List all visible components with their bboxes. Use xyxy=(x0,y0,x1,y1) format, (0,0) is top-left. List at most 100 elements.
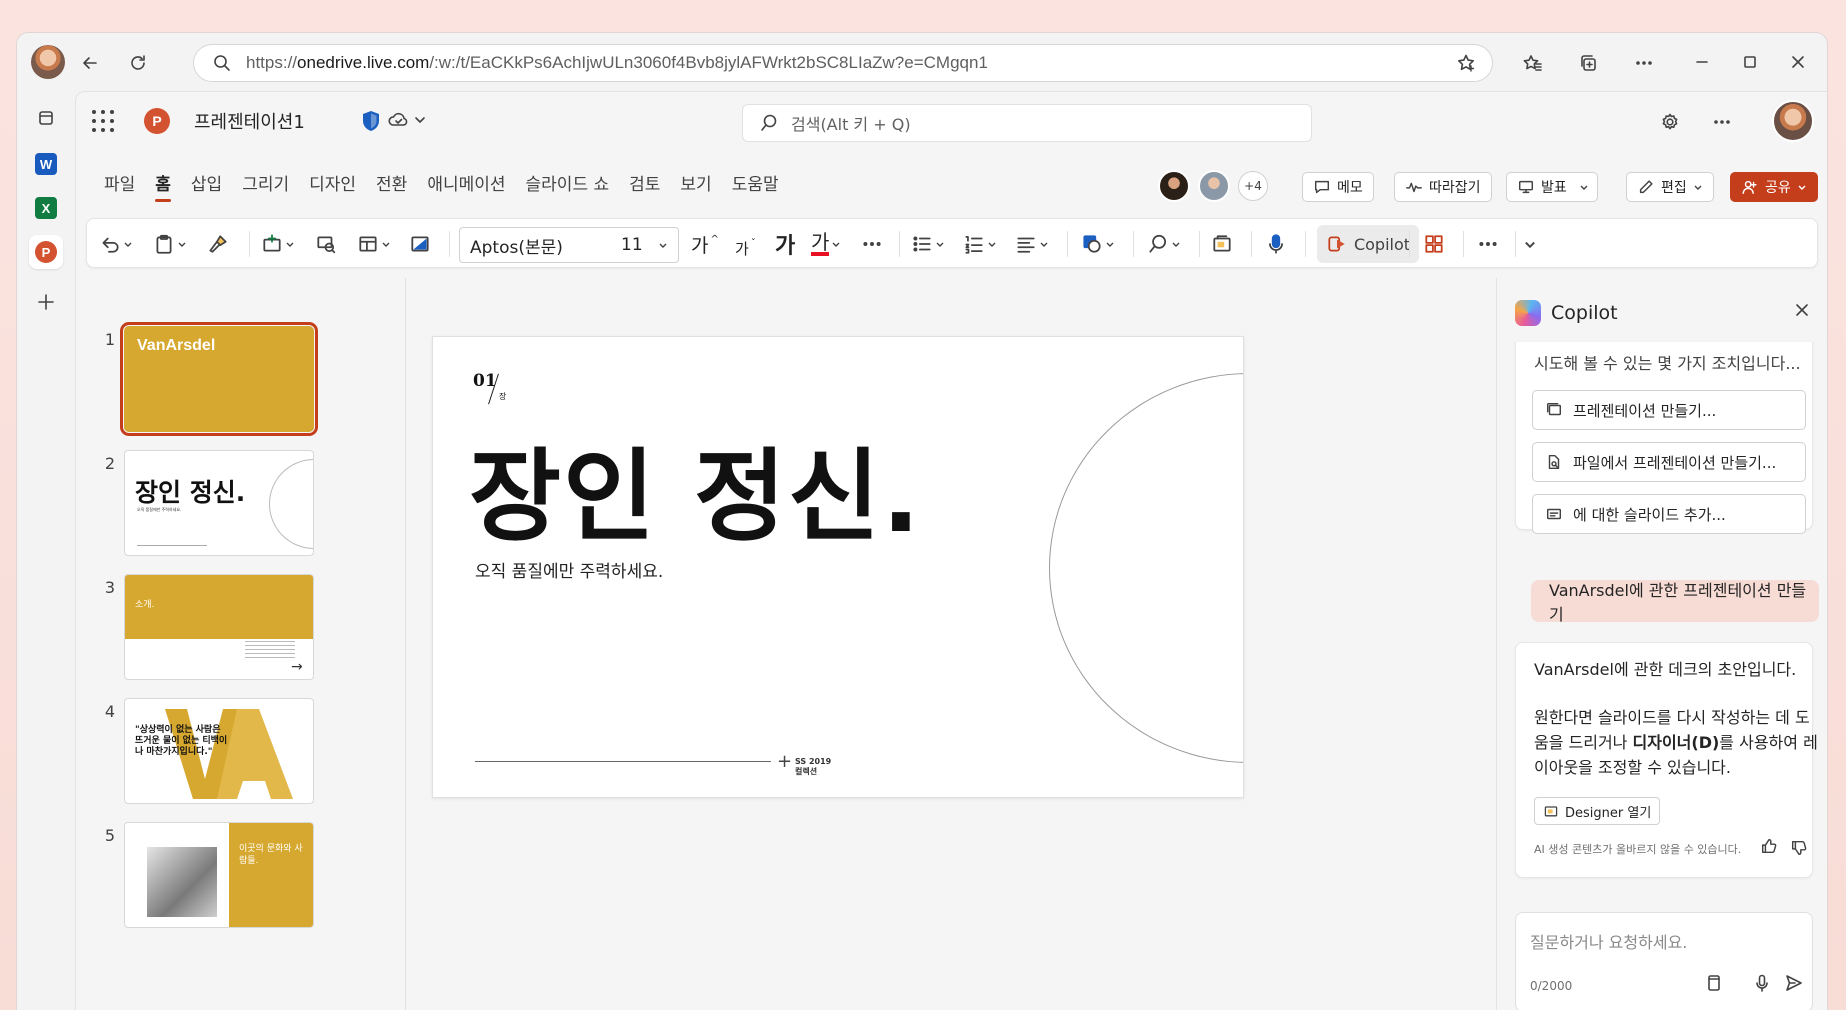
back-button[interactable] xyxy=(73,46,107,80)
tab-design[interactable]: 디자인 xyxy=(299,170,366,204)
open-designer-button[interactable]: Designer 열기 xyxy=(1534,797,1661,825)
shrink-font-button[interactable]: 가ˇ xyxy=(735,233,756,263)
grow-font-button[interactable]: 가 ^ xyxy=(691,229,719,259)
tab-draw[interactable]: 그리기 xyxy=(232,170,299,204)
collaborator-avatar[interactable] xyxy=(1158,170,1190,202)
settings-button[interactable] xyxy=(1654,106,1686,138)
reuse-slides-button[interactable] xyxy=(315,229,337,259)
suggestion-add-slide[interactable]: 에 대한 슬라이드 추가... xyxy=(1532,494,1806,534)
account-avatar[interactable] xyxy=(1772,100,1814,142)
refresh-button[interactable] xyxy=(121,46,155,80)
designer-button[interactable] xyxy=(1211,229,1233,259)
edit-mode-button[interactable]: 편집 xyxy=(1626,172,1714,202)
suggestion-create-presentation[interactable]: 프레젠테이션 만들기... xyxy=(1532,390,1806,430)
slide-thumbnail-2[interactable]: 장인 정신. 오직 품질에만 주력하세요. xyxy=(124,450,314,556)
close-window-button[interactable] xyxy=(1777,45,1819,79)
tab-view[interactable]: 보기 xyxy=(670,170,721,204)
current-slide[interactable]: 01 장 장인 정신. 오직 품질에만 주력하세요. + SS 2019 컬렉션 xyxy=(432,336,1244,798)
layout-button[interactable] xyxy=(357,229,391,259)
align-button[interactable] xyxy=(1015,229,1049,259)
font-name-select[interactable]: Aptos(본문) xyxy=(459,227,635,263)
format-painter-button[interactable] xyxy=(207,229,229,259)
font-size-select[interactable]: 11 xyxy=(611,227,679,263)
new-slide-button[interactable] xyxy=(261,229,295,259)
rail-add-button[interactable] xyxy=(29,285,63,319)
slide-title[interactable]: 장인 정신. xyxy=(469,415,922,560)
add-favorite-icon[interactable] xyxy=(1456,53,1476,73)
paste-button[interactable] xyxy=(153,229,187,259)
copilot-ribbon-button[interactable]: Copilot xyxy=(1317,225,1419,263)
shapes-button[interactable] xyxy=(1081,229,1115,259)
slide-thumbnail-1[interactable]: VanArsdel xyxy=(120,322,318,436)
present-button[interactable]: 발표 xyxy=(1506,172,1598,202)
slide-thumbnail-5[interactable]: 이곳의 문화와 사람들. xyxy=(124,822,314,928)
tab-home[interactable]: 홈 xyxy=(145,170,181,204)
chevron-down-icon[interactable] xyxy=(1579,182,1589,192)
slide-thumbnail-3[interactable]: 소개. → xyxy=(124,574,314,680)
browser-more-button[interactable] xyxy=(1627,46,1661,80)
slide-thumbnail-4[interactable]: "상상력이 없는 사람은 뜨거운 물이 없는 티백이나 마찬가지입니다." xyxy=(124,698,314,804)
catch-up-button[interactable]: 따라잡기 xyxy=(1394,172,1492,202)
rail-word-button[interactable]: W xyxy=(29,147,63,181)
more-collaborators-badge[interactable]: +4 xyxy=(1238,171,1268,201)
header-more-button[interactable] xyxy=(1706,106,1738,138)
tab-slide-show[interactable]: 슬라이드 쇼 xyxy=(516,170,620,204)
bullets-button[interactable] xyxy=(911,229,945,259)
user-message-bubble: VanArsdel에 관한 프레젠테이션 만들기 xyxy=(1531,580,1819,624)
collaborators[interactable]: +4 xyxy=(1158,170,1268,202)
minimize-button[interactable] xyxy=(1681,45,1723,79)
slide-subtitle[interactable]: 오직 품질에만 주력하세요. xyxy=(475,557,663,582)
add-ins-button[interactable] xyxy=(1423,229,1445,259)
favorites-icon xyxy=(1523,55,1542,71)
bold-button[interactable]: 가 xyxy=(775,229,795,259)
copilot-close-button[interactable] xyxy=(1792,300,1812,324)
slide-footer-text[interactable]: SS 2019 컬렉션 xyxy=(795,757,831,777)
dictate-button[interactable] xyxy=(1265,229,1287,259)
slide-circle-graphic[interactable] xyxy=(1049,373,1243,763)
thumbnail-row[interactable]: 4 "상상력이 없는 사람은 뜨거운 물이 없는 티백이나 마찬가지입니다." xyxy=(76,698,406,822)
thumbnail-row[interactable]: 3 소개. → xyxy=(76,574,406,698)
font-color-button[interactable]: 가 xyxy=(811,229,841,259)
find-button[interactable] xyxy=(1147,229,1181,259)
new-slide-icon xyxy=(263,234,281,252)
maximize-button[interactable] xyxy=(1729,45,1771,79)
rail-powerpoint-button[interactable]: P xyxy=(29,235,63,269)
sensitivity-shield-icon[interactable] xyxy=(362,110,380,132)
copilot-chat-input[interactable]: 질문하거나 요청하세요. 0/2000 xyxy=(1515,912,1813,1010)
tab-help[interactable]: 도움말 xyxy=(722,170,789,204)
browser-profile-avatar[interactable] xyxy=(31,45,65,79)
chat-microphone-button[interactable] xyxy=(1752,973,1772,997)
tab-review[interactable]: 검토 xyxy=(619,170,670,204)
tab-insert[interactable]: 삽입 xyxy=(181,170,232,204)
rail-excel-button[interactable]: X xyxy=(29,191,63,225)
more-font-options-button[interactable] xyxy=(861,229,883,259)
comments-button[interactable]: 메모 xyxy=(1302,172,1374,202)
suggestion-from-file[interactable]: 파일에서 프레젠테이션 만들기... xyxy=(1532,442,1806,482)
rail-tabs-button[interactable] xyxy=(29,101,63,135)
send-button[interactable] xyxy=(1784,973,1804,997)
thumbnail-row[interactable]: 5 이곳의 문화와 사람들. xyxy=(76,822,406,946)
search-input[interactable]: 검색(Alt 키 + Q) xyxy=(742,104,1312,142)
thumbs-down-button[interactable] xyxy=(1790,839,1808,861)
background-button[interactable] xyxy=(409,229,431,259)
tab-animations[interactable]: 애니메이션 xyxy=(417,170,515,204)
tab-transitions[interactable]: 전환 xyxy=(366,170,417,204)
save-status[interactable] xyxy=(388,110,428,134)
prompt-guide-button[interactable] xyxy=(1704,973,1724,997)
thumbnail-row[interactable]: 2 장인 정신. 오직 품질에만 주력하세요. xyxy=(76,450,406,574)
address-bar[interactable]: https://onedrive.live.com/:w:/t/EaCKkPs6… xyxy=(193,44,1493,82)
undo-button[interactable] xyxy=(99,229,133,259)
thumbs-up-button[interactable] xyxy=(1760,837,1778,859)
collections-button[interactable] xyxy=(1571,46,1605,80)
share-button[interactable]: 공유 xyxy=(1730,172,1818,202)
tab-file[interactable]: 파일 xyxy=(94,170,145,204)
document-title[interactable]: 프레젠테이션1 xyxy=(194,108,305,134)
ribbon-expand-button[interactable] xyxy=(1523,229,1537,259)
app-launcher-icon[interactable] xyxy=(92,110,114,132)
collaborator-avatar[interactable] xyxy=(1198,170,1230,202)
powerpoint-logo-icon[interactable]: P xyxy=(144,108,170,134)
thumbnail-row[interactable]: 1 VanArsdel xyxy=(76,322,406,450)
toolbar-more-button[interactable] xyxy=(1477,229,1499,259)
numbering-button[interactable] xyxy=(963,229,997,259)
favorites-button[interactable] xyxy=(1515,46,1549,80)
